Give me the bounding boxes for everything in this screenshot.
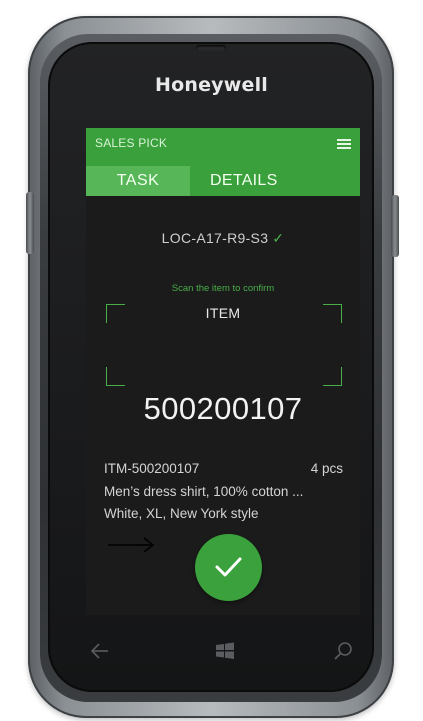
- checkmark-icon: ✓: [272, 230, 285, 246]
- app-screen: SALES PICK TASK DETAILS LOC-A17-R9-S3 ✓ S…: [86, 128, 360, 615]
- search-icon[interactable]: [332, 640, 356, 662]
- left-scan-button[interactable]: [26, 192, 34, 254]
- location-row: LOC-A17-R9-S3 ✓: [86, 230, 360, 247]
- confirm-button[interactable]: [195, 534, 262, 601]
- scan-frame-corner-bl: [106, 367, 125, 386]
- right-scan-button[interactable]: [391, 195, 399, 257]
- item-description: Men’s dress shirt, 100% cotton ...: [104, 484, 304, 499]
- location-code: LOC-A17-R9-S3: [161, 230, 269, 246]
- brand-logo: Honeywell: [154, 74, 269, 96]
- app-header: SALES PICK TASK DETAILS: [86, 128, 360, 196]
- stage: Honeywell SALES PICK TASK DETAILS LOC-A1…: [0, 0, 423, 721]
- back-arrow-icon[interactable]: [88, 640, 112, 662]
- scan-hint: Scan the item to confirm: [171, 283, 275, 294]
- item-quantity: 4 pcs: [310, 461, 343, 476]
- item-id: ITM-500200107: [104, 461, 200, 476]
- scan-frame-corner-br: [323, 367, 342, 386]
- checkmark-icon: [215, 557, 242, 577]
- right-arrow-icon: [108, 537, 155, 553]
- item-label: ITEM: [205, 305, 241, 321]
- item-code: 500200107: [143, 391, 303, 426]
- tab-task[interactable]: TASK: [86, 166, 190, 196]
- earpiece-speaker: [196, 45, 226, 51]
- windows-logo-icon[interactable]: [213, 640, 237, 662]
- hamburger-menu-icon[interactable]: [337, 139, 351, 149]
- tab-details[interactable]: DETAILS: [210, 166, 278, 196]
- app-title: SALES PICK: [95, 136, 168, 150]
- system-nav-bar: [86, 632, 360, 672]
- item-attributes: White, XL, New York style: [104, 506, 259, 521]
